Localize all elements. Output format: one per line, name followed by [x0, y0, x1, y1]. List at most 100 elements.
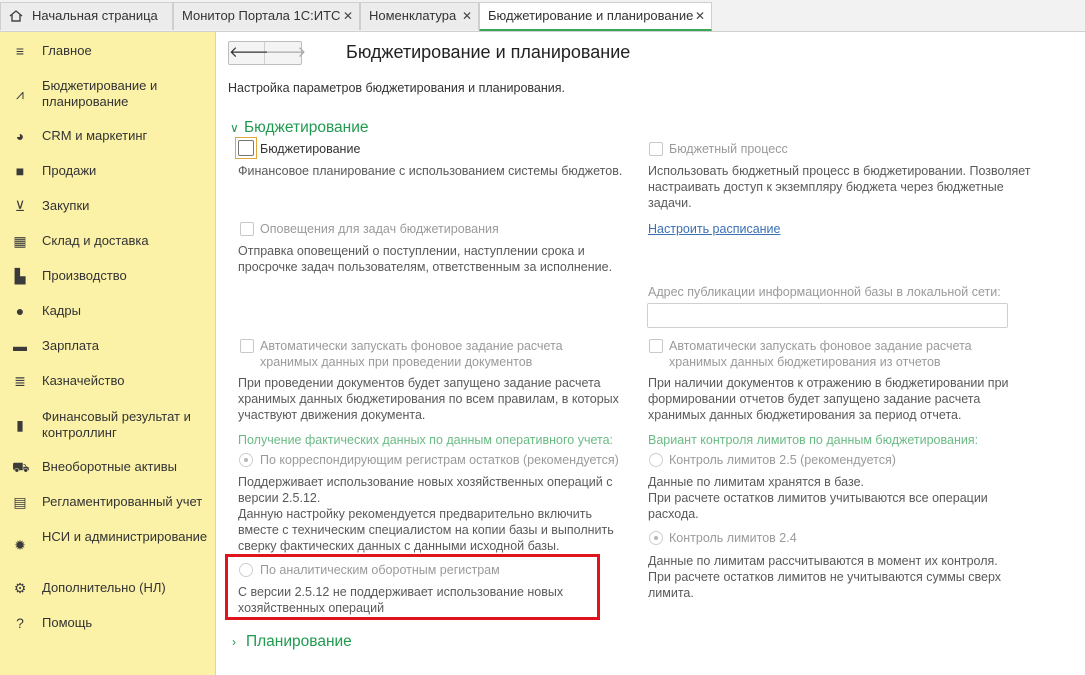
- radio-limits-2-5[interactable]: [649, 453, 663, 467]
- auto-docs-note-line1: При проведении документов будет запущено…: [238, 376, 601, 390]
- sidebar-item-label: Казначейство: [42, 373, 125, 388]
- limits1-note-line3: расхода.: [648, 507, 699, 521]
- notify-checkbox-label[interactable]: Оповещения для задач бюджетирования: [260, 221, 499, 237]
- budget-process-checkbox[interactable]: [649, 142, 663, 156]
- process-note-line2: настраивать доступ к экземпляру бюджета …: [648, 180, 1004, 194]
- fact-data-header: Получение фактических данных по данным о…: [238, 433, 613, 447]
- forward-arrow-icon[interactable]: 🡒: [266, 42, 306, 64]
- close-icon[interactable]: ✕: [462, 3, 472, 29]
- limits2-note-line2: При расчете остатков лимитов не учитываю…: [648, 570, 1002, 584]
- radio-limits-2-4[interactable]: [649, 531, 663, 545]
- sidebar-item-label: Главное: [42, 43, 92, 58]
- schedule-link[interactable]: Настроить расписание: [648, 221, 781, 237]
- menu-icon: ≡: [15, 43, 25, 59]
- tab-its-monitor[interactable]: Монитор Портала 1С:ИТС ✕: [173, 2, 360, 30]
- budgeting-checkbox[interactable]: [238, 140, 254, 156]
- radio-limits-2-5-label[interactable]: Контроль лимитов 2.5 (рекомендуется): [669, 452, 896, 468]
- gear-icon: ✹: [14, 537, 26, 553]
- auto-docs-note-line2: хранимых данных бюджетирования по всем п…: [238, 392, 619, 406]
- page-description: Настройка параметров бюджетирования и пл…: [228, 81, 565, 95]
- sidebar-item-label: Дополнительно (НЛ): [42, 580, 166, 595]
- limits2-note-line3: лимита.: [648, 586, 694, 600]
- radio1-note-line1: Поддерживает использование новых хозяйст…: [238, 475, 613, 489]
- auto-docs-checkbox[interactable]: [240, 339, 254, 353]
- radio-correspondent-registers[interactable]: [239, 453, 253, 467]
- sidebar: ≡ Главное ⩘ Бюджетирование и планировани…: [0, 32, 216, 675]
- factory-icon: ▙: [14, 268, 26, 284]
- radio1-note-line3: Данную настройку рекомендуется предварит…: [238, 507, 593, 521]
- budget-process-label[interactable]: Бюджетный процесс: [669, 141, 788, 157]
- radio-limits-2-4-label[interactable]: Контроль лимитов 2.4: [669, 530, 797, 546]
- radio1-note-line4: вместе с техническим специалистом на коп…: [238, 523, 614, 537]
- tab-label: Бюджетирование и планирование: [488, 8, 694, 23]
- group-planning-header[interactable]: › Планирование: [232, 633, 352, 651]
- close-icon[interactable]: ✕: [695, 3, 705, 29]
- sidebar-item-label: Производство: [42, 268, 127, 283]
- budget-chart-icon: ⩘: [16, 86, 24, 102]
- budgeting-note: Финансовое планирование с использованием…: [238, 164, 623, 178]
- notify-note-line2: просрочке задач пользователям, ответстве…: [238, 260, 613, 274]
- radio-correspondent-label[interactable]: По корреспондирующим регистрам остатков …: [260, 452, 619, 468]
- address-input[interactable]: [647, 303, 1008, 328]
- document-icon: ▤: [13, 494, 27, 510]
- limits2-note-line1: Данные по лимитам рассчитываются в момен…: [648, 554, 998, 568]
- chevron-right-icon: ›: [232, 635, 236, 649]
- auto-reports-label-line1[interactable]: Автоматически запускать фоновое задание …: [669, 338, 972, 354]
- tab-label: Монитор Портала 1С:ИТС: [182, 8, 341, 23]
- main-content: 🡐 🡒 Бюджетирование и планирование Настро…: [217, 32, 1085, 675]
- shopping-bag-icon: ■: [15, 163, 25, 179]
- process-note-line1: Использовать бюджетный процесс в бюджети…: [648, 164, 1031, 178]
- tab-budgeting[interactable]: Бюджетирование и планирование ✕: [479, 2, 712, 31]
- process-note-line3: задачи.: [648, 196, 692, 210]
- close-icon[interactable]: ✕: [343, 3, 353, 29]
- sidebar-item-label: Зарплата: [42, 338, 99, 353]
- page-title: Бюджетирование и планирование: [346, 42, 631, 62]
- card-icon: ▬: [13, 338, 27, 354]
- sidebar-item-label: Помощь: [42, 615, 93, 630]
- sidebar-item-label: Внеоборотные активы: [42, 459, 178, 474]
- tab-bar: Начальная страница Монитор Портала 1С:ИТ…: [0, 0, 1085, 32]
- auto-reports-note-line2: формировании отчетов будет запущено зада…: [648, 392, 981, 406]
- tab-home[interactable]: Начальная страница: [0, 2, 173, 30]
- tab-nomenclature[interactable]: Номенклатура ✕: [360, 2, 479, 30]
- sidebar-item-label: Закупки: [42, 198, 90, 213]
- budgeting-checkbox-label[interactable]: Бюджетирование: [260, 141, 360, 157]
- auto-docs-note-line3: участвуют движения документа.: [238, 408, 426, 422]
- chevron-down-icon: ∨: [230, 121, 239, 135]
- back-arrow-icon[interactable]: 🡐: [229, 42, 269, 64]
- cart-icon: ⊻: [14, 198, 26, 214]
- sidebar-item-label: Финансовый результат и контроллинг: [42, 409, 191, 440]
- radio1-note-line2: версии 2.5.12.: [238, 491, 321, 505]
- auto-reports-note-line1: При наличии документов к отражению в бюд…: [648, 376, 1009, 390]
- gear-outline-icon: ⚙: [13, 580, 27, 596]
- group-title: Планирование: [246, 633, 352, 650]
- sidebar-item-label: Регламентированный учет: [42, 494, 203, 509]
- sidebar-item-label: Кадры: [42, 303, 81, 318]
- sidebar-item-label: Бюджетирование и планирование: [42, 78, 158, 109]
- limits-header: Вариант контроля лимитов по данным бюдже…: [648, 433, 979, 447]
- sidebar-item-label: НСИ и администрирование: [42, 529, 208, 544]
- address-label: Адрес публикации информационной базы в л…: [648, 285, 1001, 299]
- sidebar-item-label: Склад и доставка: [42, 233, 149, 248]
- help-icon: ?: [16, 615, 24, 631]
- limits1-note-line2: При расчете остатков лимитов учитываются…: [648, 491, 988, 505]
- bar-chart-icon: ▮: [16, 417, 24, 433]
- group-title: Бюджетирование: [244, 119, 369, 136]
- sidebar-item-label: CRM и маркетинг: [42, 128, 148, 143]
- limits1-note-line1: Данные по лимитам хранятся в базе.: [648, 475, 864, 489]
- auto-docs-label-line2[interactable]: хранимых данных при проведении документо…: [260, 354, 532, 370]
- notify-checkbox[interactable]: [240, 222, 254, 236]
- group-budgeting-header[interactable]: ∨ Бюджетирование: [230, 119, 369, 137]
- coins-icon: ≣: [14, 373, 26, 389]
- auto-docs-label-line1[interactable]: Автоматически запускать фоновое задание …: [260, 338, 563, 354]
- pie-chart-icon: ◕: [15, 128, 25, 144]
- highlight-frame: [225, 554, 600, 620]
- warehouse-grid-icon: ▦: [13, 233, 27, 249]
- auto-reports-checkbox[interactable]: [649, 339, 663, 353]
- truck-icon: ⛟: [12, 459, 30, 475]
- auto-reports-note-line3: хранимых данных бюджетирования за период…: [648, 408, 962, 422]
- tab-label: Начальная страница: [32, 8, 158, 23]
- tab-label: Номенклатура: [369, 8, 457, 23]
- auto-reports-label-line2[interactable]: хранимых данных бюджетирования из отчето…: [669, 354, 941, 370]
- nav-buttons: 🡐 🡒: [228, 41, 306, 65]
